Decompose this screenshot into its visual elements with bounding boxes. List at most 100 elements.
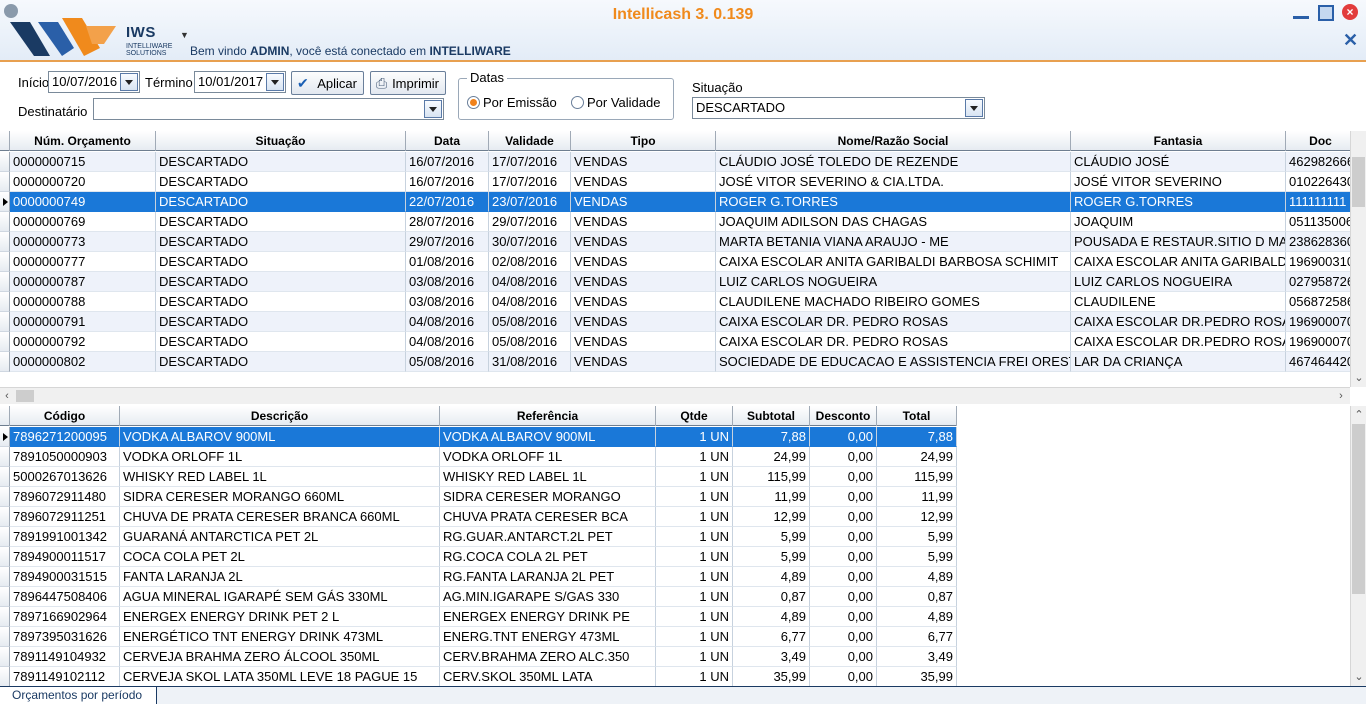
itens-cell: 7896271200095 [10,427,120,447]
logo-text: IWS [126,24,156,41]
itens-cell: 1 UN [656,647,733,667]
orcamentos-col-header[interactable]: Fantasia [1071,131,1286,151]
minimize-button[interactable] [1293,5,1309,19]
tab-orcamentos-por-periodo[interactable]: Orçamentos por período [0,687,158,704]
logo-menu-arrow-icon[interactable]: ▼ [180,30,189,40]
row-indicator [0,172,10,192]
itens-cell: 0,00 [810,507,877,527]
orcamentos-cell: 04/08/2016 [489,292,571,312]
close-window-button[interactable]: × [1342,4,1358,20]
orcamentos-table-row[interactable]: 0000000720 DESCARTADO 16/07/2016 17/07/2016… [0,172,1350,192]
orcamentos-col-header[interactable]: Situação [156,131,406,151]
orcamentos-cell: CLAUDILENE MACHADO RIBEIRO GOMES [716,292,1071,312]
orcamentos-col-header[interactable]: Núm. Orçamento [10,131,156,151]
itens-table-row[interactable]: 7897395031626 ENERGÉTICO TNT ENERGY DRINK… [0,627,957,647]
orcamentos-cell: SOCIEDADE DE EDUCACAO E ASSISTENCIA FREI… [716,352,1071,372]
orcamentos-table-row[interactable]: 0000000777 DESCARTADO 01/08/2016 02/08/2016… [0,252,1350,272]
itens-cell: 5000267013626 [10,467,120,487]
orcamentos-col-header[interactable]: Tipo [571,131,716,151]
termino-date-field[interactable]: 10/01/2017 [194,71,286,93]
imprimir-button[interactable]: ⎙ Imprimir [370,71,446,95]
orcamentos-cell: 05/08/2016 [406,352,489,372]
orcamentos-cell: MARTA BETANIA VIANA ARAUJO - ME [716,232,1071,252]
itens-table-row[interactable]: 5000267013626 WHISKY RED LABEL 1L WHISKY R… [0,467,957,487]
row-indicator [0,587,10,607]
orcamentos-table-row[interactable]: 0000000769 DESCARTADO 28/07/2016 29/07/2016… [0,212,1350,232]
itens-table-row[interactable]: 7896271200095 VODKA ALBAROV 900ML VODKA AL… [0,427,957,447]
orcamentos-cell: 0000000720 [10,172,156,192]
orcamentos-col-header[interactable]: Validade [489,131,571,151]
orcamentos-grid[interactable]: Núm. Orçamento Situação Data Validade Tipo No… [0,131,1350,372]
orcamentos-table-row[interactable]: 0000000787 DESCARTADO 03/08/2016 04/08/2016… [0,272,1350,292]
orcamentos-table-row[interactable]: 0000000788 DESCARTADO 03/08/2016 04/08/2016… [0,292,1350,312]
destinatario-select[interactable] [93,98,444,120]
orcamentos-cell: 0000000787 [10,272,156,292]
situacao-select[interactable]: DESCARTADO [692,97,985,119]
orcamentos-cell: 462982666 [1286,152,1350,172]
orcamentos-hscroll-thumb[interactable] [16,390,34,402]
itens-table-row[interactable]: 7896072911480 SIDRA CERESER MORANGO 660ML… [0,487,957,507]
orcamentos-horizontal-scrollbar[interactable]: ‹ › [0,387,1350,404]
orcamentos-table-row[interactable]: 0000000749 DESCARTADO 22/07/2016 23/07/2016… [0,192,1350,212]
orcamentos-table-row[interactable]: 0000000792 DESCARTADO 04/08/2016 05/08/2016… [0,332,1350,352]
itens-table-row[interactable]: 7891991001342 GUARANÁ ANTARCTICA PET 2L RG… [0,527,957,547]
app-window: IWS INTELLIWARE SOLUTIONS ▼ Intellicash … [0,0,1366,704]
itens-vscroll-thumb[interactable] [1352,424,1365,594]
inicio-date-field[interactable]: 10/07/2016 [48,71,140,93]
orcamentos-vscroll-thumb[interactable] [1352,157,1365,207]
orcamentos-cell: 31/08/2016 [489,352,571,372]
itens-col-header[interactable]: Total [877,406,957,426]
itens-table-row[interactable]: 7894900031515 FANTA LARANJA 2L RG.FANTA LA… [0,567,957,587]
itens-col-header[interactable]: Descrição [120,406,440,426]
row-indicator [0,507,10,527]
orcamentos-cell: LUIZ CARLOS NOGUEIRA [1071,272,1286,292]
itens-scroll-up-arrow-icon[interactable]: ⌃ [1352,408,1366,422]
orcamentos-table-row[interactable]: 0000000715 DESCARTADO 16/07/2016 17/07/2016… [0,152,1350,172]
orcamentos-table-row[interactable]: 0000000773 DESCARTADO 29/07/2016 30/07/2016… [0,232,1350,252]
itens-table-row[interactable]: 7891149102112 CERVEJA SKOL LATA 350ML LEV… [0,667,957,686]
orcamentos-table-row[interactable]: 0000000802 DESCARTADO 05/08/2016 31/08/2016… [0,352,1350,372]
itens-col-header[interactable]: Qtde [656,406,733,426]
orcamentos-cell: 23/07/2016 [489,192,571,212]
itens-cell: 115,99 [733,467,810,487]
orcamentos-col-header[interactable]: Data [406,131,489,151]
itens-col-header[interactable]: Código [10,406,120,426]
checkmark-icon: ✔ [297,75,309,91]
por-validade-radio[interactable]: Por Validade [571,95,660,110]
scroll-left-arrow-icon[interactable]: ‹ [0,389,14,403]
orcamentos-col-header[interactable]: Doc [1286,131,1350,151]
aplicar-button[interactable]: ✔ Aplicar [291,71,364,95]
situacao-dropdown-icon[interactable] [965,99,983,117]
scroll-down-arrow-icon[interactable]: ⌄ [1352,371,1366,385]
itens-table-row[interactable]: 7891050000903 VODKA ORLOFF 1L VODKA ORLOFF… [0,447,957,467]
itens-cell: 1 UN [656,607,733,627]
por-emissao-radio[interactable]: Por Emissão [467,95,557,110]
itens-vertical-scrollbar[interactable]: ⌃ ⌄ [1350,406,1366,686]
close-form-icon[interactable]: ✕ [1343,30,1358,51]
itens-cell: ENERG.TNT ENERGY 473ML [440,627,656,647]
itens-scroll-down-arrow-icon[interactable]: ⌄ [1352,670,1366,684]
orcamentos-table-row[interactable]: 0000000791 DESCARTADO 04/08/2016 05/08/2016… [0,312,1350,332]
itens-table-row[interactable]: 7897166902964 ENERGEX ENERGY DRINK PET 2 … [0,607,957,627]
itens-table-row[interactable]: 7896072911251 CHUVA DE PRATA CERESER BRAN… [0,507,957,527]
itens-cell: 1 UN [656,667,733,686]
itens-col-header[interactable]: Desconto [810,406,877,426]
itens-cell: 4,89 [877,567,957,587]
itens-grid[interactable]: Código Descrição Referência Qtde Subtotal Des… [0,406,1350,686]
scroll-right-arrow-icon[interactable]: › [1334,389,1348,403]
itens-table-row[interactable]: 7894900011517 COCA COLA PET 2L RG.COCA COL… [0,547,957,567]
itens-col-header[interactable]: Subtotal [733,406,810,426]
itens-cell: 1 UN [656,527,733,547]
orcamentos-grid-header: Núm. Orçamento Situação Data Validade Tipo No… [0,131,1350,151]
itens-cell: WHISKY RED LABEL 1L [120,467,440,487]
itens-table-row[interactable]: 7896447508406 AGUA MINERAL IGARAPÉ SEM GÁ… [0,587,957,607]
maximize-button[interactable] [1318,5,1334,21]
termino-dropdown-icon[interactable] [266,73,284,91]
itens-col-header[interactable]: Referência [440,406,656,426]
orcamentos-vertical-scrollbar[interactable]: ⌄ [1350,131,1366,387]
itens-cell: SIDRA CERESER MORANGO 660ML [120,487,440,507]
destinatario-dropdown-icon[interactable] [424,100,442,118]
orcamentos-col-header[interactable]: Nome/Razão Social [716,131,1071,151]
itens-table-row[interactable]: 7891149104932 CERVEJA BRAHMA ZERO ÁLCOOL … [0,647,957,667]
inicio-dropdown-icon[interactable] [120,73,138,91]
